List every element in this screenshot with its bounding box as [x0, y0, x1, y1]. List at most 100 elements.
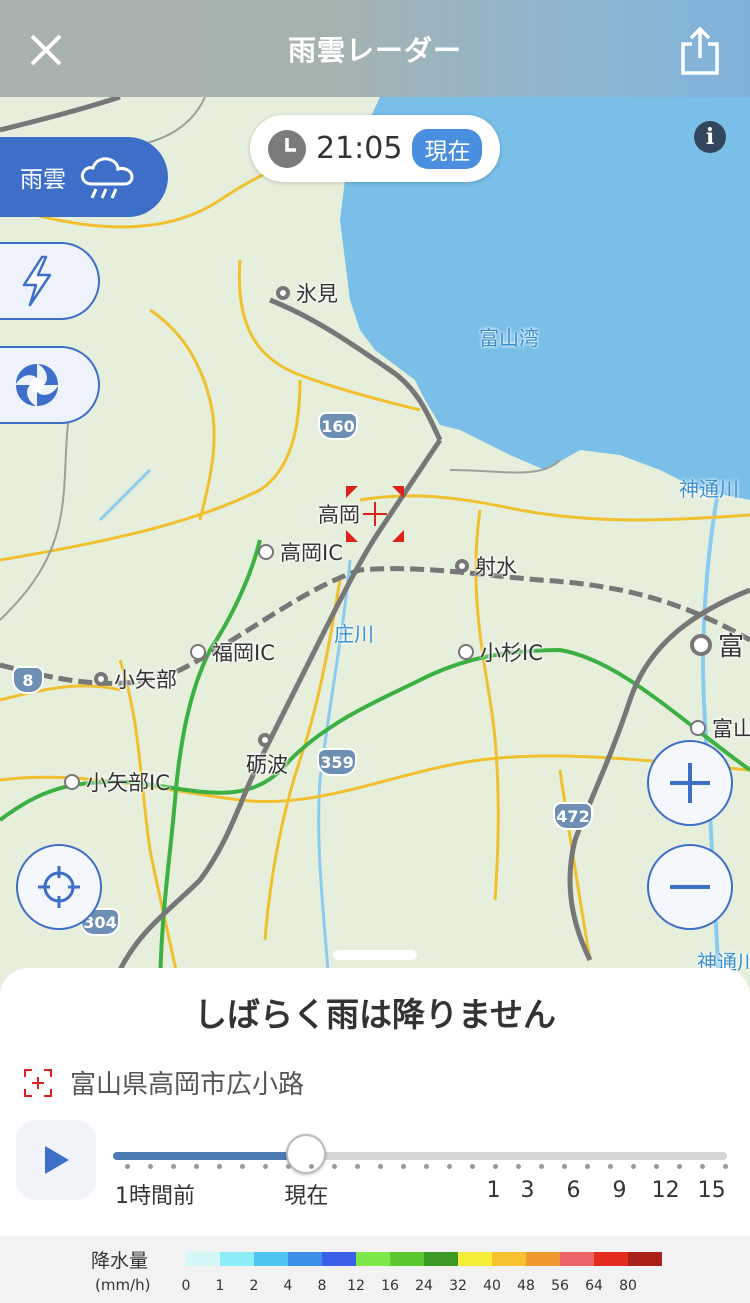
slider-tick	[125, 1164, 130, 1169]
rain-cloud-icon	[80, 157, 134, 199]
city-marker-icon	[94, 672, 108, 686]
slider-tick	[447, 1164, 452, 1169]
slider-label: 6	[566, 1178, 581, 1203]
legend-swatch	[288, 1252, 322, 1266]
legend-swatch	[186, 1252, 220, 1266]
slider-tick	[424, 1164, 429, 1169]
header-bar: 雨雲レーダー	[0, 0, 750, 97]
place-himi: 氷見	[276, 278, 338, 308]
legend-swatch	[458, 1252, 492, 1266]
page-title: 雨雲レーダー	[287, 33, 462, 67]
legend-title: 降水量	[91, 1250, 149, 1272]
slider-tick	[539, 1164, 544, 1169]
place-imizu: 射水	[455, 551, 517, 581]
place-takaoka-ic: 高岡IC	[258, 537, 343, 567]
legend-value: 32	[449, 1278, 467, 1294]
legend-value: 0	[181, 1278, 191, 1294]
legend-swatch	[628, 1252, 662, 1266]
slider-tick	[332, 1164, 337, 1169]
legend-value: 24	[415, 1278, 433, 1294]
place-toyama-city: 富	[690, 626, 744, 663]
play-icon	[45, 1146, 69, 1174]
info-icon[interactable]: i	[694, 121, 726, 153]
slider-tick	[148, 1164, 153, 1169]
locate-button[interactable]	[16, 844, 102, 930]
slider-tick	[355, 1164, 360, 1169]
slider-tick	[516, 1164, 521, 1169]
forecast-message: しばらく雨は降りません	[193, 995, 556, 1034]
slider-tick	[240, 1164, 245, 1169]
slider-tick	[585, 1164, 590, 1169]
slider-label: 現在	[284, 1184, 329, 1209]
slider-tick	[631, 1164, 636, 1169]
legend-swatch	[322, 1252, 356, 1266]
slider-label: 1時間前	[115, 1184, 195, 1209]
slider-tick	[654, 1164, 659, 1169]
slider-tick	[493, 1164, 498, 1169]
river-label: 神通川	[679, 477, 739, 501]
city-marker-icon	[455, 559, 469, 573]
typhoon-layer-button[interactable]	[0, 346, 100, 424]
slider-tick	[194, 1164, 199, 1169]
location-text: 富山県高岡市広小路	[70, 1070, 305, 1100]
close-icon[interactable]	[28, 32, 64, 68]
legend-swatch	[594, 1252, 628, 1266]
ic-marker-icon	[258, 544, 274, 560]
slider-tick	[171, 1164, 176, 1169]
target-marker-icon	[346, 486, 404, 542]
time-slider-thumb[interactable]	[286, 1134, 327, 1174]
place-fukuoka-ic: 福岡IC	[190, 637, 275, 667]
place-kosugi-ic: 小杉IC	[458, 637, 543, 667]
legend-value: 56	[551, 1278, 569, 1294]
play-button[interactable]	[16, 1120, 96, 1200]
city-marker-icon	[276, 286, 290, 300]
location-target-icon	[24, 1068, 52, 1097]
time-slider-track[interactable]	[113, 1152, 727, 1160]
zoom-in-button[interactable]	[647, 740, 733, 826]
time-selector[interactable]: 21:05 現在	[250, 115, 500, 182]
slider-tick	[401, 1164, 406, 1169]
slider-tick	[470, 1164, 475, 1169]
zoom-out-button[interactable]	[647, 844, 733, 930]
route-shield: 8	[12, 666, 44, 694]
bay-label: 富山湾	[479, 326, 539, 350]
legend-value: 16	[381, 1278, 399, 1294]
sheet-handle[interactable]	[333, 950, 417, 960]
ic-marker-icon	[190, 644, 206, 660]
slider-tick	[309, 1164, 314, 1169]
legend-value: 40	[483, 1278, 501, 1294]
current-time: 21:05	[316, 131, 403, 166]
legend-swatch	[526, 1252, 560, 1266]
city-marker-icon	[690, 633, 712, 656]
ic-marker-icon	[64, 774, 80, 790]
ic-marker-icon	[690, 720, 706, 736]
slider-label: 12	[651, 1178, 680, 1203]
lightning-layer-button[interactable]	[0, 242, 100, 320]
legend-swatch	[560, 1252, 594, 1266]
share-icon[interactable]	[680, 26, 720, 76]
place-tonami: 砺波	[246, 733, 288, 779]
place-oyabe: 小矢部	[94, 664, 177, 694]
slider-tick	[608, 1164, 613, 1169]
legend-value: 2	[249, 1278, 259, 1294]
rain-layer-button[interactable]: 雨雲	[0, 137, 168, 217]
legend-value: 64	[585, 1278, 603, 1294]
rain-layer-label: 雨雲	[20, 167, 66, 193]
legend-value: 4	[283, 1278, 293, 1294]
crosshair-icon	[38, 866, 80, 908]
route-shield: 472	[553, 802, 593, 830]
precipitation-legend: 降水量 (mm/h) 0 1 2 4 8 12 16 24 32 40 48 56 64 80	[0, 1236, 750, 1303]
slider-label: 1	[486, 1178, 501, 1203]
now-badge: 現在	[412, 128, 483, 169]
legend-value: 1	[215, 1278, 225, 1294]
slider-tick	[562, 1164, 567, 1169]
typhoon-icon	[16, 364, 58, 406]
slider-label: 3	[520, 1178, 535, 1203]
slider-label: 9	[612, 1178, 627, 1203]
slider-tick	[677, 1164, 682, 1169]
legend-swatch	[492, 1252, 526, 1266]
lightning-icon	[22, 255, 52, 307]
slider-tick	[700, 1164, 705, 1169]
legend-value: 12	[347, 1278, 365, 1294]
slider-tick	[378, 1164, 383, 1169]
